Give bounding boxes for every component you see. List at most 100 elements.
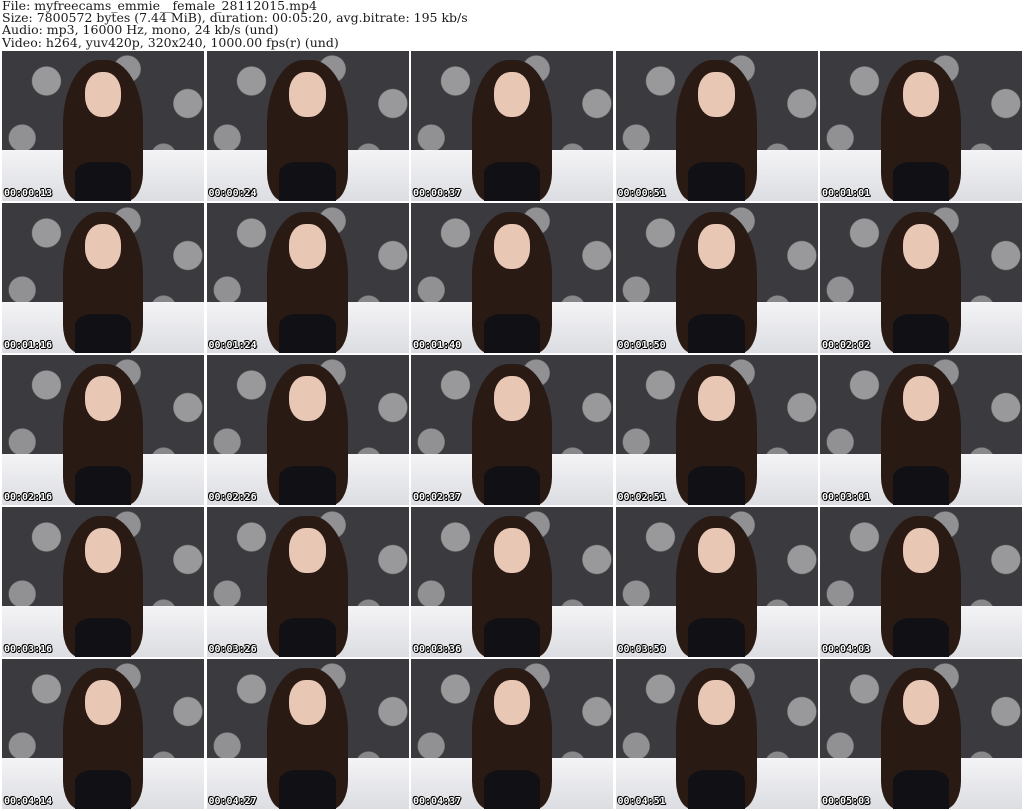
video-frame-thumbnail: 00:05:03 [820, 659, 1022, 809]
video-frame-thumbnail: 00:01:01 [820, 51, 1022, 201]
frame-top-shape [279, 618, 336, 657]
frame-timestamp: 00:02:02 [822, 340, 871, 351]
video-frame-thumbnail: 00:02:26 [206, 355, 409, 505]
frame-face-shape [493, 528, 531, 573]
file-info-header: File: myfreecams_emmie__female_28112015.… [2, 0, 468, 49]
frame-face-shape [84, 376, 122, 421]
video-frame-thumbnail: 00:00:24 [206, 51, 409, 201]
video-frame-thumbnail: 00:04:51 [615, 659, 818, 809]
frame-top-shape [892, 466, 950, 505]
frame-timestamp: 00:01:24 [208, 340, 257, 351]
frame-face-shape [84, 528, 122, 573]
frame-face-shape [698, 376, 735, 421]
frame-top-shape [279, 466, 336, 505]
frame-timestamp: 00:03:36 [413, 644, 462, 655]
frame-face-shape [902, 224, 940, 269]
frame-timestamp: 00:03:01 [822, 492, 871, 503]
frame-face-shape [84, 224, 122, 269]
frame-timestamp: 00:04:51 [617, 796, 666, 807]
frame-timestamp: 00:02:51 [617, 492, 666, 503]
frame-top-shape [74, 162, 132, 201]
video-frame-thumbnail: 00:01:50 [615, 203, 818, 353]
frame-timestamp: 00:04:03 [822, 644, 871, 655]
frame-top-shape [892, 314, 950, 353]
frame-face-shape [698, 528, 735, 573]
frame-timestamp: 00:01:01 [822, 188, 871, 199]
frame-top-shape [74, 618, 132, 657]
video-frame-thumbnail: 00:04:03 [820, 507, 1022, 657]
frame-face-shape [493, 376, 531, 421]
frame-top-shape [483, 314, 541, 353]
frame-face-shape [84, 72, 122, 117]
frame-timestamp: 00:03:16 [4, 644, 53, 655]
frame-timestamp: 00:02:16 [4, 492, 53, 503]
frame-timestamp: 00:01:40 [413, 340, 462, 351]
video-frame-thumbnail: 00:03:50 [615, 507, 818, 657]
frame-top-shape [483, 162, 541, 201]
frame-timestamp: 00:00:51 [617, 188, 666, 199]
frame-top-shape [892, 770, 950, 809]
frame-face-shape [698, 680, 735, 725]
video-frame-thumbnail: 00:03:16 [2, 507, 204, 657]
video-frame-thumbnail: 00:02:02 [820, 203, 1022, 353]
frame-timestamp: 00:04:27 [208, 796, 257, 807]
video-frame-thumbnail: 00:01:40 [411, 203, 613, 353]
frame-top-shape [688, 314, 745, 353]
frame-timestamp: 00:04:14 [4, 796, 53, 807]
frame-face-shape [493, 224, 531, 269]
frame-face-shape [902, 528, 940, 573]
frame-face-shape [493, 72, 531, 117]
video-frame-thumbnail: 00:01:24 [206, 203, 409, 353]
video-info-line: Video: h264, yuv420p, 320x240, 1000.00 f… [2, 34, 339, 50]
video-frame-thumbnail: 00:04:37 [411, 659, 613, 809]
frame-top-shape [688, 466, 745, 505]
thumbnail-grid: 00:00:13 00:00:24 00:00:37 00:00:51 00:01:01… [2, 51, 1022, 809]
video-frame-thumbnail: 00:04:27 [206, 659, 409, 809]
frame-timestamp: 00:01:50 [617, 340, 666, 351]
frame-timestamp: 00:04:37 [413, 796, 462, 807]
frame-face-shape [698, 224, 735, 269]
frame-face-shape [289, 72, 326, 117]
frame-top-shape [279, 314, 336, 353]
frame-timestamp: 00:03:50 [617, 644, 666, 655]
frame-top-shape [688, 162, 745, 201]
frame-top-shape [892, 162, 950, 201]
frame-timestamp: 00:00:24 [208, 188, 257, 199]
video-frame-thumbnail: 00:00:37 [411, 51, 613, 201]
frame-face-shape [902, 72, 940, 117]
video-frame-thumbnail: 00:00:51 [615, 51, 818, 201]
frame-timestamp: 00:01:16 [4, 340, 53, 351]
frame-top-shape [483, 466, 541, 505]
frame-top-shape [688, 770, 745, 809]
video-frame-thumbnail: 00:02:51 [615, 355, 818, 505]
frame-face-shape [289, 224, 326, 269]
frame-face-shape [493, 680, 531, 725]
video-frame-thumbnail: 00:02:37 [411, 355, 613, 505]
frame-face-shape [289, 376, 326, 421]
frame-top-shape [74, 466, 132, 505]
frame-timestamp: 00:00:37 [413, 188, 462, 199]
video-frame-thumbnail: 00:02:16 [2, 355, 204, 505]
video-frame-thumbnail: 00:03:01 [820, 355, 1022, 505]
frame-face-shape [289, 528, 326, 573]
frame-face-shape [84, 680, 122, 725]
video-frame-thumbnail: 00:01:16 [2, 203, 204, 353]
frame-timestamp: 00:02:37 [413, 492, 462, 503]
frame-face-shape [289, 680, 326, 725]
frame-top-shape [483, 770, 541, 809]
video-frame-thumbnail: 00:00:13 [2, 51, 204, 201]
frame-top-shape [279, 162, 336, 201]
video-frame-thumbnail: 00:03:36 [411, 507, 613, 657]
video-frame-thumbnail: 00:03:26 [206, 507, 409, 657]
video-frame-thumbnail: 00:04:14 [2, 659, 204, 809]
frame-face-shape [902, 680, 940, 725]
frame-top-shape [688, 618, 745, 657]
frame-timestamp: 00:05:03 [822, 796, 871, 807]
frame-top-shape [483, 618, 541, 657]
frame-timestamp: 00:02:26 [208, 492, 257, 503]
frame-top-shape [74, 770, 132, 809]
frame-timestamp: 00:03:26 [208, 644, 257, 655]
frame-face-shape [902, 376, 940, 421]
frame-face-shape [698, 72, 735, 117]
frame-top-shape [279, 770, 336, 809]
